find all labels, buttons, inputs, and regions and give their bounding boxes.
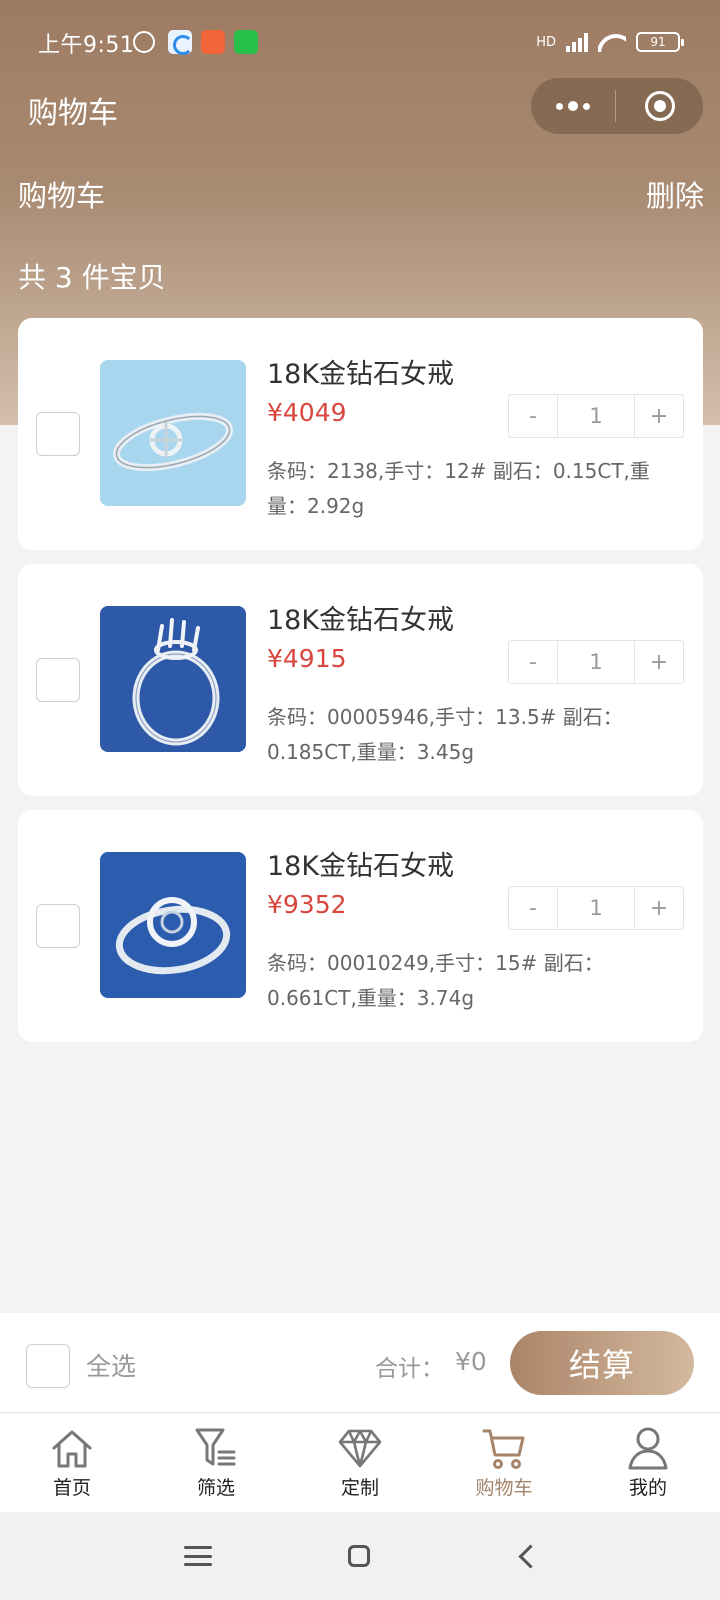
system-navigation-bar: [0, 1512, 720, 1600]
status-time: 上午9:51: [38, 33, 135, 58]
product-description: 条码：2138,手寸：12# 副石：0.15CT,重量：2.92g: [267, 459, 650, 518]
product-image[interactable]: [100, 360, 246, 506]
product-price: ¥9352: [267, 890, 347, 919]
tab-filter[interactable]: 筛选: [144, 1414, 288, 1512]
signal-icon: [566, 32, 588, 52]
battery-icon: 91: [636, 32, 684, 52]
tab-bar: 首页 筛选 定制 购物车 我的: [0, 1414, 720, 1512]
select-all-label[interactable]: 全选: [86, 1347, 136, 1383]
checkout-bar: 全选 合计： ¥0 结算: [0, 1313, 720, 1413]
quantity-value[interactable]: 1: [557, 641, 635, 683]
filter-icon: [195, 1428, 236, 1466]
tab-home[interactable]: 首页: [0, 1414, 144, 1512]
target-icon[interactable]: [616, 78, 703, 134]
diamond-icon: [338, 1429, 382, 1468]
tab-label: 定制: [340, 1477, 379, 1499]
checkout-button[interactable]: 结算: [510, 1331, 694, 1395]
item-count: 共 3 件宝贝: [18, 261, 166, 294]
product-name: 18K金钻石女戒: [267, 851, 455, 882]
decrease-button[interactable]: -: [509, 641, 557, 683]
app-icon: [168, 30, 193, 55]
item-checkbox[interactable]: [36, 658, 80, 702]
product-price: ¥4915: [267, 644, 347, 673]
network-label: HD: [536, 34, 556, 50]
product-description: 条码：00010249,手寸：15# 副石：0.661CT,重量：3.74g: [267, 951, 604, 1010]
home-square-icon[interactable]: [348, 1545, 370, 1567]
home-icon: [52, 1430, 92, 1468]
item-checkbox[interactable]: [36, 412, 80, 456]
cart-subtitle: 购物车: [18, 179, 106, 213]
decrease-button[interactable]: -: [509, 887, 557, 929]
quantity-stepper: - 1 +: [508, 886, 684, 930]
total-value: ¥0: [455, 1347, 487, 1376]
increase-button[interactable]: +: [635, 395, 683, 437]
product-image[interactable]: [100, 852, 246, 998]
tab-label: 购物车: [475, 1477, 533, 1499]
cart-item: 18K金钻石女戒 ¥4915 - 1 + 条码：00005946,手寸：13.5…: [18, 564, 703, 796]
tab-label: 筛选: [196, 1477, 235, 1499]
quantity-value[interactable]: 1: [557, 395, 635, 437]
alarm-icon: [133, 31, 155, 53]
tab-profile[interactable]: 我的: [576, 1414, 720, 1512]
page-title: 购物车: [28, 96, 118, 131]
decrease-button[interactable]: -: [509, 395, 557, 437]
app-icon: [201, 30, 225, 54]
select-all-checkbox[interactable]: [26, 1344, 70, 1388]
tab-label: 首页: [52, 1477, 91, 1499]
cart-item: 18K金钻石女戒 ¥9352 - 1 + 条码：00010249,手寸：15# …: [18, 810, 703, 1042]
tab-cart[interactable]: 购物车: [432, 1414, 576, 1512]
user-icon: [628, 1427, 668, 1470]
item-checkbox[interactable]: [36, 904, 80, 948]
tab-custom[interactable]: 定制: [288, 1414, 432, 1512]
total-label: 合计：: [375, 1356, 444, 1382]
tab-label: 我的: [628, 1477, 667, 1499]
battery-level: 91: [650, 35, 666, 49]
product-description: 条码：00005946,手寸：13.5# 副石：0.185CT,重量：3.45g: [267, 705, 623, 764]
wechat-icon: [234, 30, 258, 54]
mini-program-capsule: [531, 78, 703, 134]
quantity-stepper: - 1 +: [508, 640, 684, 684]
cart-icon: [482, 1429, 525, 1469]
more-dots-icon[interactable]: [531, 78, 615, 134]
quantity-stepper: - 1 +: [508, 394, 684, 438]
product-image[interactable]: [100, 606, 246, 752]
back-icon[interactable]: [516, 1542, 544, 1570]
product-name: 18K金钻石女戒: [267, 605, 455, 636]
status-right-icons: HD 91: [536, 29, 684, 55]
product-price: ¥4049: [267, 398, 347, 427]
menu-icon[interactable]: [184, 1542, 212, 1570]
increase-button[interactable]: +: [635, 641, 683, 683]
product-name: 18K金钻石女戒: [267, 359, 455, 390]
wifi-icon: [598, 32, 626, 52]
status-bar: 上午9:51 HD 91: [0, 0, 720, 80]
cart-item: 18K金钻石女戒 ¥4049 - 1 + 条码：2138,手寸：12# 副石：0…: [18, 318, 703, 550]
increase-button[interactable]: +: [635, 887, 683, 929]
quantity-value[interactable]: 1: [557, 887, 635, 929]
delete-button[interactable]: 删除: [646, 173, 704, 215]
